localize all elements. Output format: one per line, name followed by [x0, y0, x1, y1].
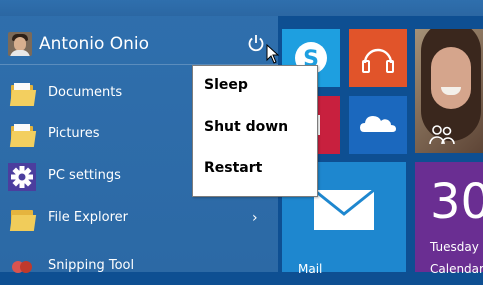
menu-item-file-explorer[interactable]: File Explorer › — [0, 199, 278, 237]
menu-item-label: Documents — [48, 85, 123, 100]
headphones-icon — [362, 48, 394, 73]
calendar-app-label: Calendar — [430, 262, 483, 276]
music-tile[interactable] — [349, 29, 407, 87]
mail-tile-label: Mail — [298, 262, 323, 276]
cloud-icon — [360, 116, 396, 132]
documents-folder-icon — [8, 80, 37, 108]
restart-option[interactable]: Restart — [204, 160, 262, 176]
menu-item-label: File Explorer — [48, 210, 129, 225]
user-account-button[interactable]: Antonio Onio — [8, 28, 149, 60]
menu-item-label: Snipping Tool — [48, 258, 135, 273]
sleep-option[interactable]: Sleep — [204, 77, 248, 93]
person-photo — [431, 47, 471, 109]
menu-item-label: Pictures — [48, 126, 100, 141]
menu-item-label: PC settings — [48, 168, 121, 183]
calendar-weekday: Tuesday — [430, 240, 479, 254]
power-menu: Sleep Shut down Restart — [192, 65, 318, 197]
pictures-folder-icon — [8, 121, 37, 149]
people-tile[interactable] — [415, 29, 483, 153]
user-avatar — [8, 32, 32, 56]
top-strip — [0, 0, 483, 16]
calendar-day-number: 30 — [430, 174, 483, 230]
user-name: Antonio Onio — [39, 34, 150, 54]
people-icon — [429, 125, 455, 145]
chevron-right-icon[interactable]: › — [252, 210, 258, 226]
gear-icon — [8, 163, 36, 191]
snipping-tool-icon — [12, 261, 32, 273]
shut-down-option[interactable]: Shut down — [204, 119, 288, 135]
file-explorer-icon — [8, 205, 37, 233]
onedrive-tile[interactable] — [349, 96, 407, 154]
mouse-cursor-icon — [266, 44, 280, 64]
menu-item-snipping-tool[interactable]: Snipping Tool — [0, 247, 278, 285]
power-icon[interactable] — [246, 33, 266, 53]
